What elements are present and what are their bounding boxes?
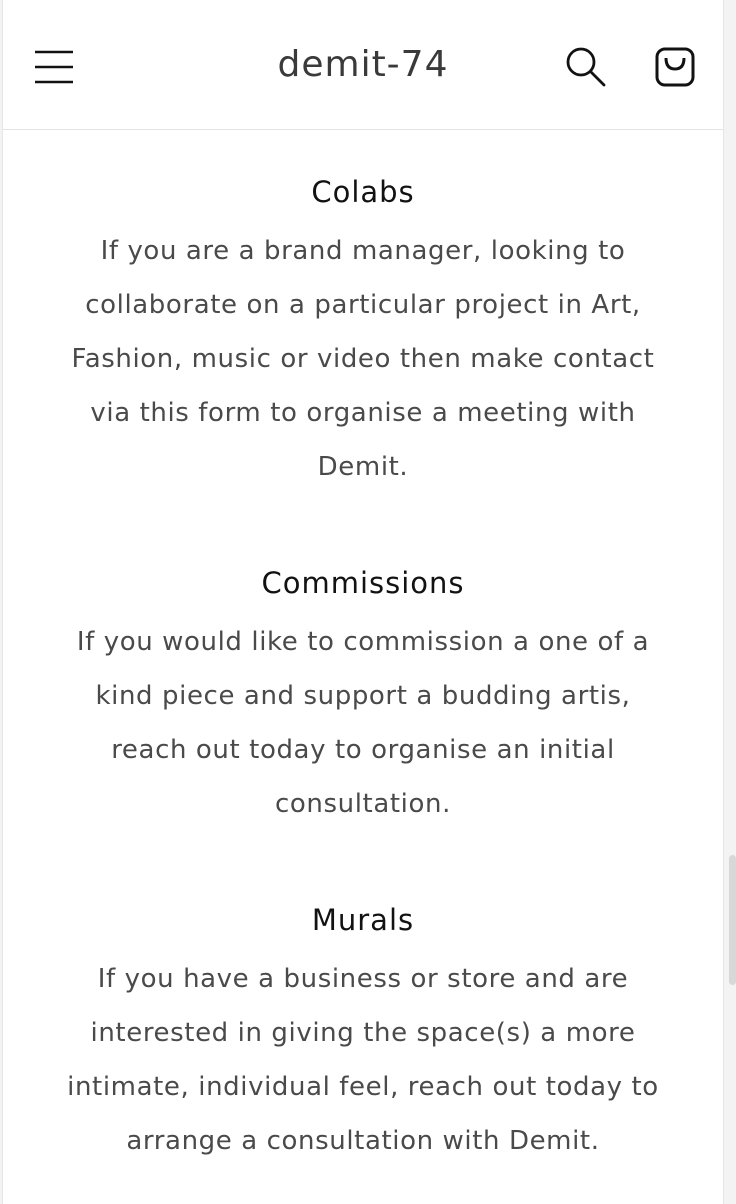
section-title: Murals <box>311 903 415 937</box>
colabs-section: Colabs If you are a brand manager, looki… <box>43 174 683 494</box>
scrollbar[interactable] <box>729 855 736 985</box>
section-text: If you would like to commission a one of… <box>76 627 650 819</box>
menu-button[interactable] <box>33 46 73 86</box>
section-text: If you have a business or store and are … <box>67 964 659 1156</box>
search-icon <box>566 47 606 87</box>
search-button[interactable] <box>563 44 607 88</box>
section-text: If you are a brand manager, looking to c… <box>71 236 655 482</box>
commissions-section: Commissions If you would like to commiss… <box>43 565 683 831</box>
brand-title: demit-74 <box>3 44 723 85</box>
murals-section: Murals If you have a business or store a… <box>43 902 683 1168</box>
page: demit-74 Colabs If you are a brand manag… <box>2 0 724 1204</box>
section-title: Commissions <box>261 566 465 600</box>
site-header: demit-74 <box>3 0 723 130</box>
section-title: Colabs <box>311 175 415 209</box>
cart-bag-icon <box>655 47 695 87</box>
hamburger-menu-icon <box>35 50 73 84</box>
brand-link[interactable]: demit-74 <box>278 44 449 85</box>
main-content: Colabs If you are a brand manager, looki… <box>3 174 723 1168</box>
cart-button[interactable] <box>651 42 699 90</box>
